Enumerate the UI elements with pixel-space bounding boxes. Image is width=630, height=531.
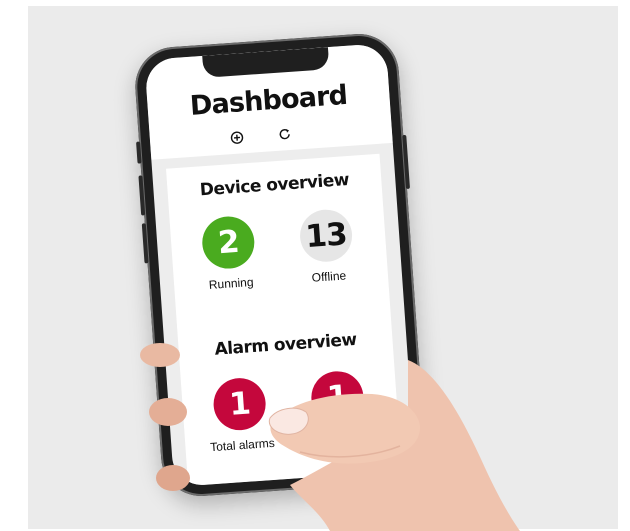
phone: Dashboard Device overview 2 Running 13 O… [132, 31, 428, 499]
running-label: Running [208, 274, 254, 292]
offline-devices-stat[interactable]: 13 Offline [279, 207, 374, 287]
total-alarms-label: Total alarms [209, 435, 276, 455]
add-circle-icon[interactable] [228, 129, 245, 146]
page-title: Dashboard [188, 79, 349, 122]
offline-count: 13 [298, 207, 354, 264]
second-alarm-stat[interactable]: 1 [291, 368, 384, 426]
second-alarm-count: 1 [309, 369, 366, 426]
total-alarms-stat[interactable]: 1 Total alarms [193, 375, 288, 455]
offline-label: Offline [311, 268, 347, 285]
device-overview-title: Device overview [199, 170, 350, 201]
running-devices-stat[interactable]: 2 Running [182, 213, 277, 293]
dashboard-content: Device overview 2 Running 13 Offline Ala… [166, 153, 402, 486]
running-count: 2 [200, 214, 257, 271]
app-screen: Dashboard Device overview 2 Running 13 O… [144, 43, 416, 487]
total-alarms-count: 1 [211, 376, 268, 432]
alarm-overview-title: Alarm overview [213, 329, 358, 360]
phone-scene: Dashboard Device overview 2 Running 13 O… [0, 0, 630, 531]
refresh-icon[interactable] [276, 126, 293, 143]
